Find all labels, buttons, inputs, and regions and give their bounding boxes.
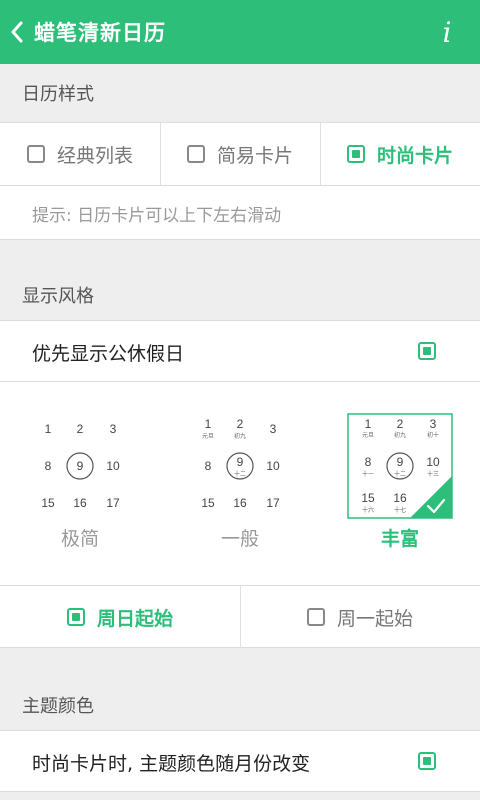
minimal-preview: 1 2 3 8 9 10 15 16 17 — [41, 422, 120, 510]
lunar-label: 十二 — [234, 470, 246, 478]
hint-text: 提示: 日历卡片可以上下左右滑动 — [32, 205, 282, 226]
section-theme-color: 主题颜色 — [0, 676, 480, 734]
option-label: 简易卡片 — [216, 144, 293, 167]
day-10: 10 — [266, 459, 280, 473]
theme-follow-month-label: 时尚卡片时, 主题颜色随月份改变 — [32, 752, 311, 775]
day-17: 17 — [266, 496, 280, 510]
hint-row: 提示: 日历卡片可以上下左右滑动 — [0, 186, 480, 240]
day-8: 8 — [45, 459, 52, 473]
info-icon[interactable]: i — [432, 14, 462, 50]
day-16: 16 — [393, 491, 407, 505]
option-label: 周一起始 — [336, 607, 413, 630]
lunar-label: 十一 — [362, 470, 374, 478]
day-9: 9 — [77, 459, 84, 473]
holiday-pref-row[interactable]: 优先显示公休假日 — [0, 320, 480, 382]
day-9: 9 — [237, 455, 244, 469]
option-label: 周日起始 — [96, 607, 173, 630]
day-3: 3 — [270, 422, 277, 436]
lunar-label: 元旦 — [202, 433, 214, 440]
option-label: 时尚卡片 — [376, 144, 453, 167]
lunar-label: 元旦 — [362, 432, 374, 439]
day-8: 8 — [205, 459, 212, 473]
rich-preview: 1 2 3 8 9 10 15 16 元旦 初九 初十 十一 十二 十三 十六 … — [347, 413, 453, 519]
day-2: 2 — [77, 422, 84, 436]
lunar-label: 十七 — [394, 506, 406, 514]
day-16: 16 — [73, 496, 87, 510]
section-display-style: 显示风格 — [0, 266, 480, 324]
app-header: 蜡笔清新日历 i — [0, 0, 480, 64]
checkbox-checked-icon — [346, 145, 365, 163]
day-1: 1 — [45, 422, 52, 436]
day-3: 3 — [430, 417, 437, 431]
theme-follow-month-row[interactable]: 时尚卡片时, 主题颜色随月份改变 — [0, 730, 480, 792]
page-title: 蜡笔清新日历 — [34, 21, 166, 45]
style-name: 丰富 — [380, 528, 419, 550]
checkbox-checked-icon[interactable] — [418, 752, 436, 770]
day-10: 10 — [426, 455, 440, 469]
day-15: 15 — [361, 491, 375, 505]
lunar-label: 十二 — [394, 470, 406, 478]
day-9: 9 — [397, 455, 404, 469]
style-name: 极简 — [60, 528, 99, 550]
lunar-label: 初九 — [234, 432, 246, 440]
display-style-previews: 1 2 3 8 9 10 15 16 17 极简 1 2 3 8 9 10 15… — [0, 382, 480, 586]
day-1: 1 — [205, 417, 212, 431]
day-8: 8 — [365, 455, 372, 469]
option-classic-list[interactable]: 经典列表 — [0, 123, 160, 185]
back-button[interactable] — [0, 0, 34, 64]
option-monday-start[interactable]: 周一起始 — [240, 586, 480, 648]
day-3: 3 — [110, 422, 117, 436]
day-2: 2 — [397, 417, 404, 431]
day-15: 15 — [201, 496, 215, 510]
option-simple-card[interactable]: 简易卡片 — [160, 123, 320, 185]
style-rich[interactable]: 1 2 3 8 9 10 15 16 元旦 初九 初十 十一 十二 十三 十六 … — [320, 382, 480, 586]
normal-preview: 1 2 3 8 9 10 15 16 17 元旦 初九 十二 — [201, 417, 280, 510]
checkbox-icon — [186, 145, 205, 163]
checkbox-icon — [306, 608, 325, 626]
checkbox-checked-icon[interactable] — [418, 342, 436, 360]
day-16: 16 — [233, 496, 247, 510]
option-sunday-start[interactable]: 周日起始 — [0, 586, 240, 648]
section-calendar-style: 日历样式 — [0, 64, 480, 122]
option-label: 经典列表 — [56, 144, 133, 167]
style-name: 一般 — [220, 528, 259, 550]
option-fashion-card[interactable]: 时尚卡片 — [320, 123, 480, 185]
style-minimal[interactable]: 1 2 3 8 9 10 15 16 17 极简 — [0, 382, 160, 586]
week-start-options: 周日起始 周一起始 — [0, 586, 480, 648]
checkbox-icon — [26, 145, 45, 163]
checkbox-checked-icon — [66, 608, 85, 626]
day-17: 17 — [106, 496, 120, 510]
day-15: 15 — [41, 496, 55, 510]
day-2: 2 — [237, 417, 244, 431]
day-10: 10 — [106, 459, 120, 473]
day-1: 1 — [365, 417, 372, 431]
lunar-label: 十六 — [362, 506, 374, 514]
style-normal[interactable]: 1 2 3 8 9 10 15 16 17 元旦 初九 十二 一般 — [160, 382, 320, 586]
lunar-label: 十三 — [427, 470, 439, 478]
chevron-left-icon — [11, 21, 23, 43]
holiday-pref-label: 优先显示公休假日 — [32, 342, 185, 365]
lunar-label: 初九 — [394, 431, 406, 439]
lunar-label: 初十 — [427, 431, 439, 439]
calendar-style-options: 经典列表 简易卡片 时尚卡片 — [0, 122, 480, 186]
